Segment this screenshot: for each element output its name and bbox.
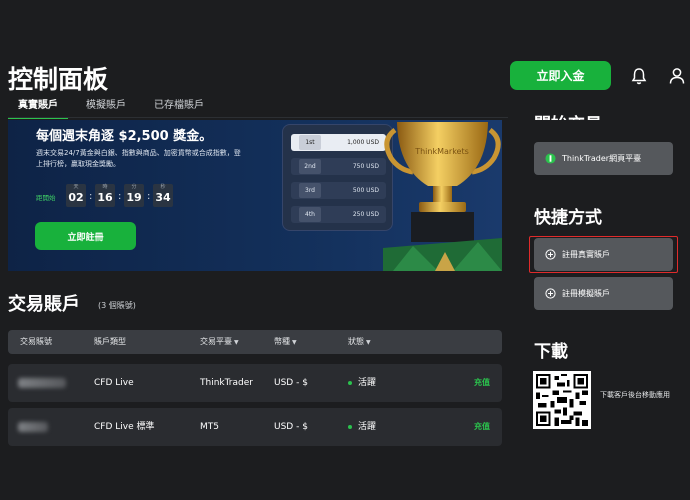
column-status[interactable]: 狀態 ▼ [348,330,371,355]
dashboard-page: 控制面板 立即入金 真實賬戶 模擬賬戶 已存檔賬戶 每個週末角逐 $2,500 … [0,0,690,500]
prize-table: 1st 1,000 USD 2nd 750 USD 3rd 500 USD 4t… [282,124,393,231]
thinktrader-web-button[interactable]: ThinkTrader網頁平臺 [534,142,673,175]
countdown-seconds: 秒 34 [153,184,173,207]
prize-place: 3rd [299,183,321,198]
prize-row: 4th 250 USD [291,206,386,223]
register-live-account-button[interactable]: 註冊真實賬戶 [534,238,673,271]
accounts-title: 交易賬戶 [8,294,80,315]
register-now-button[interactable]: 立即註冊 [35,222,136,250]
tab-live[interactable]: 真實賬戶 [8,99,68,119]
column-label: 賬戶類型 [94,337,126,346]
download-title: 下載 [534,342,568,362]
deposit-button[interactable]: 立即入金 [510,61,611,90]
prize-place: 1st [299,135,321,150]
countdown-minutes: 分 19 [124,184,144,207]
countdown-value: 02 [68,191,84,204]
account-currency: USD - $ [274,422,308,432]
prize-row: 2nd 750 USD [291,158,386,175]
countdown-value: 19 [126,191,142,204]
trophy-illustration: ThinkMarkets [383,122,502,271]
prize-row: 3rd 500 USD [291,182,386,199]
chevron-down-icon: ▼ [366,339,371,346]
prize-amount: 1,000 USD [347,139,379,146]
column-account-type: 賬戶類型 [94,330,126,354]
column-platform[interactable]: 交易平臺 ▼ [200,330,239,355]
column-account-number: 交易賬號 [20,330,52,354]
countdown-unit: 秒 [160,184,166,190]
column-label: 幣種 [274,337,290,346]
countdown-unit: 時 [102,184,108,190]
tab-archived[interactable]: 已存檔賬戶 [144,99,214,119]
account-tabs: 真實賬戶 模擬賬戶 已存檔賬戶 [8,99,214,119]
trophy-engraving: ThinkMarkets [414,147,469,156]
prize-place: 4th [299,207,321,222]
plus-circle-icon [545,288,556,299]
countdown-value: 16 [97,191,113,204]
banner-description: 週末交易24/7黃金與白銀、指數與商品、加密貨幣或合成指數，登上排行榜，贏取現金… [36,149,241,168]
download-app-text: 下載客戶後台移動應用 [600,391,670,399]
bell-icon[interactable] [629,66,649,86]
recharge-button[interactable]: 充值 [474,364,490,402]
account-currency: USD - $ [274,378,308,388]
user-icon[interactable] [667,66,687,86]
column-label: 狀態 [348,337,364,346]
banner-title: 每個週末角逐 $2,500 獎金。 [36,129,213,144]
countdown-unit: 分 [131,184,137,190]
prize-amount: 250 USD [352,211,379,218]
status-dot-icon [348,381,352,385]
countdown-label: 距開始 [36,194,56,202]
column-currency[interactable]: 幣種 ▼ [274,330,297,355]
account-type: CFD Live [94,378,134,388]
countdown-colon: : [118,191,122,202]
account-type: CFD Live 標準 [94,422,155,432]
countdown-unit: 天 [73,184,79,190]
countdown-value: 34 [155,191,171,204]
promo-banner: 每個週末角逐 $2,500 獎金。 週末交易24/7黃金與白銀、指數與商品、加密… [8,120,502,271]
chevron-down-icon: ▼ [292,339,297,346]
countdown-hours: 時 16 [95,184,115,207]
redacted-account-number [18,378,66,388]
prize-row: 1st 1,000 USD [291,134,386,151]
table-row[interactable]: CFD Live 標準 MT5 USD - $ 活躍 充值 [8,408,502,446]
account-status: 活躍 [358,422,377,432]
start-trading-clip: 開始交易 [520,100,690,120]
recharge-button[interactable]: 充值 [474,408,490,446]
tabs-divider [8,117,508,118]
register-demo-label: 註冊模擬賬戶 [562,289,610,298]
thinktrader-logo-icon [545,153,556,164]
prize-place: 2nd [299,159,321,174]
status-dot-icon [348,425,352,429]
prize-amount: 750 USD [352,163,379,170]
redacted-account-number [18,422,48,432]
chevron-down-icon: ▼ [234,339,239,346]
register-demo-account-button[interactable]: 註冊模擬賬戶 [534,277,673,310]
table-row[interactable]: CFD Live ThinkTrader USD - $ 活躍 充值 [8,364,502,402]
shortcuts-title: 快捷方式 [534,208,602,228]
countdown-colon: : [147,191,151,202]
account-platform: MT5 [200,422,219,432]
qr-code-icon [533,371,591,429]
countdown-colon: : [89,191,93,202]
page-title: 控制面板 [8,65,109,94]
account-platform: ThinkTrader [200,378,253,388]
prize-amount: 500 USD [352,187,379,194]
plus-circle-icon [545,249,556,260]
column-label: 交易賬號 [20,337,52,346]
tab-demo[interactable]: 模擬賬戶 [76,99,136,119]
accounts-count: (3 個賬號) [98,301,136,310]
countdown-days: 天 02 [66,184,86,207]
register-live-label: 註冊真實賬戶 [562,250,610,259]
column-label: 交易平臺 [200,337,232,346]
accounts-table-header: 交易賬號 賬戶類型 交易平臺 ▼ 幣種 ▼ 狀態 ▼ [8,330,502,354]
thinktrader-web-label: ThinkTrader網頁平臺 [562,154,642,163]
start-trading-title: 開始交易 [534,110,602,120]
account-status: 活躍 [358,378,377,388]
